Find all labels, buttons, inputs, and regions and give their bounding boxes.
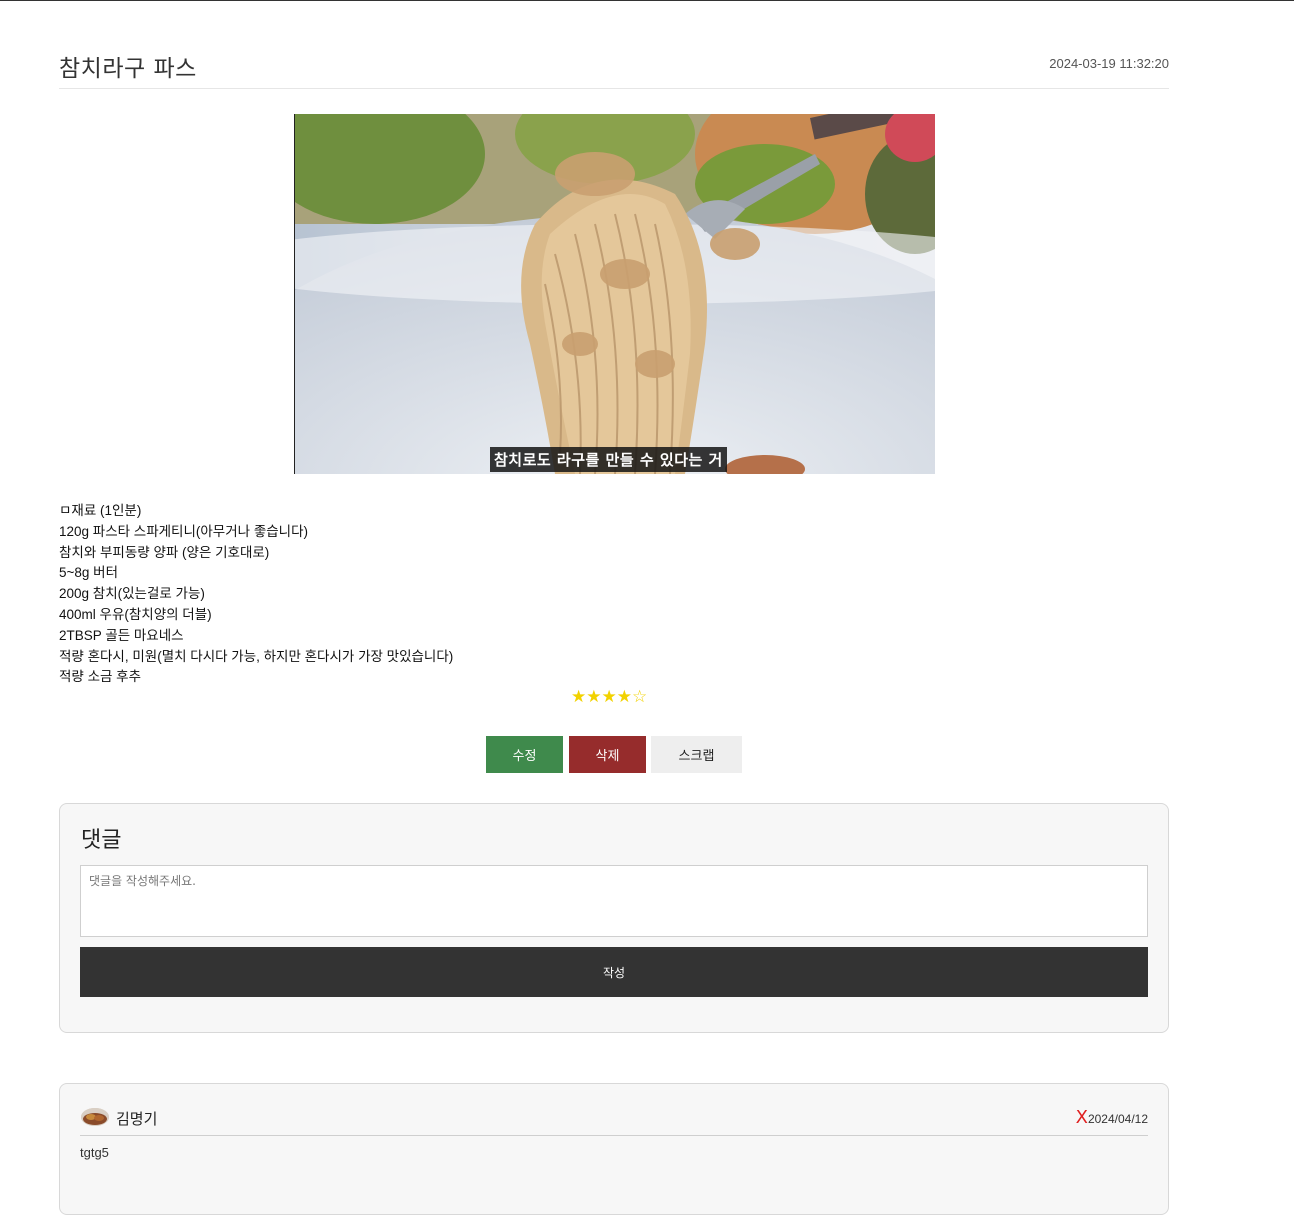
video-subtitle: 참치로도 라구를 만들 수 있다는 거	[490, 447, 727, 472]
avatar	[81, 1108, 109, 1126]
comment-item: 김명기 X 2024/04/12 tgtg5	[59, 1083, 1169, 1215]
comment-header: 김명기 X 2024/04/12	[80, 1104, 1148, 1136]
recipe-line: 참치와 부피동량 양파 (양은 기호대로)	[59, 544, 270, 560]
post-header: 참치라구 파스 2024-03-19 11:32:20	[59, 41, 1169, 89]
delete-comment-icon[interactable]: X	[1076, 1109, 1088, 1127]
recipe-line: 2TBSP 골든 마요네스	[59, 627, 184, 643]
scrap-button[interactable]: 스크랩	[651, 736, 742, 773]
video-frame-image	[295, 114, 935, 474]
recipe-line: 200g 참치(있는걸로 가능)	[59, 586, 205, 602]
recipe-text: ㅁ재료 (1인분) 120g 파스타 스파게티니(아무거나 좋습니다) 참치와 …	[59, 501, 453, 688]
recipe-line: 적량 소금 후추	[59, 669, 142, 685]
delete-button[interactable]: 삭제	[569, 736, 646, 773]
edit-button[interactable]: 수정	[486, 736, 563, 773]
comment-date: 2024/04/12	[1087, 1112, 1148, 1126]
comment-heading: 댓글	[81, 828, 122, 853]
recipe-video[interactable]: 참치로도 라구를 만들 수 있다는 거	[294, 114, 935, 474]
comment-author: 김명기	[116, 1110, 158, 1128]
comment-form: 댓글 작성	[59, 803, 1169, 1033]
recipe-line: 400ml 우유(참치양의 더블)	[59, 606, 212, 622]
rating-stars: ★★★★☆	[571, 687, 648, 707]
recipe-line: ㅁ재료 (1인분)	[59, 503, 142, 518]
recipe-line: 120g 파스타 스파게티니(아무거나 좋습니다)	[59, 523, 308, 539]
comment-input[interactable]	[80, 865, 1148, 937]
recipe-line: 5~8g 버터	[59, 565, 118, 581]
recipe-line: 적량 혼다시, 미원(멸치 다시다 가능, 하지만 혼다시가 가장 맛있습니다)	[59, 648, 454, 664]
post-title: 참치라구 파스	[59, 56, 197, 82]
comment-body: tgtg5	[80, 1145, 109, 1160]
post-date: 2024-03-19 11:32:20	[1049, 56, 1169, 71]
comment-submit-button[interactable]: 작성	[80, 947, 1148, 997]
